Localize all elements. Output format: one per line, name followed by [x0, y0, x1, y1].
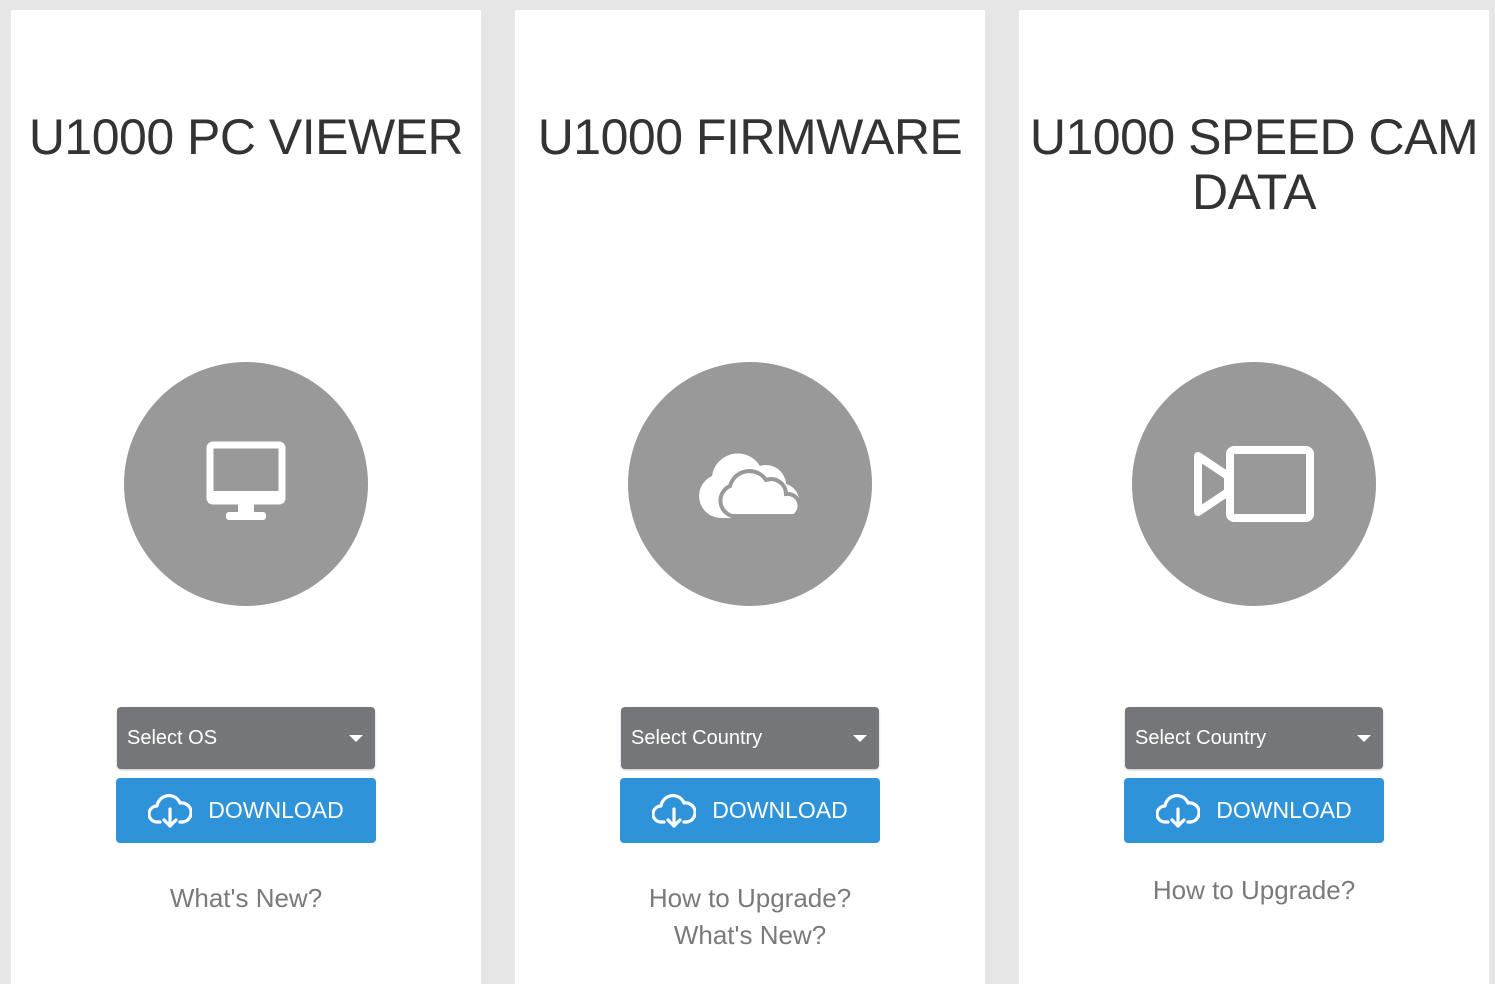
download-label: DOWNLOAD: [1216, 797, 1352, 823]
card-speed-cam-data: U1000 SPEED CAM DATA Select Country DOWN…: [1019, 10, 1489, 984]
card-pc-viewer: U1000 PC VIEWER Select OS DOWNLOAD What'…: [11, 10, 481, 984]
chevron-down-icon: [1357, 735, 1371, 742]
download-label: DOWNLOAD: [712, 797, 848, 823]
download-button[interactable]: DOWNLOAD: [620, 778, 880, 843]
cloud-download-icon: [1156, 793, 1201, 828]
select-country-dropdown[interactable]: Select Country: [621, 707, 879, 769]
select-country-dropdown[interactable]: Select Country: [1125, 707, 1383, 769]
cloud-download-icon: [148, 793, 193, 828]
card-firmware: U1000 FIRMWARE Select Country DOWNLOAD H…: [515, 10, 985, 984]
whats-new-link[interactable]: What's New?: [11, 880, 481, 917]
select-label: Select Country: [1135, 726, 1267, 749]
card-links: How to Upgrade?: [1019, 872, 1489, 909]
icon-circle: [628, 362, 872, 606]
card-links: How to Upgrade? What's New?: [515, 880, 985, 954]
download-label: DOWNLOAD: [208, 797, 344, 823]
chevron-down-icon: [853, 735, 867, 742]
chevron-down-icon: [349, 735, 363, 742]
cloud-icon: [699, 453, 802, 518]
icon-circle: [124, 362, 368, 606]
select-label: Select Country: [631, 726, 763, 749]
monitor-icon: [206, 441, 286, 520]
card-title: U1000 PC VIEWER: [28, 109, 464, 165]
card-title: U1000 SPEED CAM DATA: [1029, 109, 1479, 220]
video-camera-icon: [1194, 446, 1314, 522]
how-to-upgrade-link[interactable]: How to Upgrade?: [1019, 872, 1489, 909]
cloud-download-icon: [652, 793, 697, 828]
card-title: U1000 FIRMWARE: [537, 109, 963, 165]
card-links: What's New?: [11, 880, 481, 917]
download-cards: U1000 PC VIEWER Select OS DOWNLOAD What'…: [0, 0, 1495, 984]
download-button[interactable]: DOWNLOAD: [116, 778, 376, 843]
how-to-upgrade-link[interactable]: How to Upgrade?: [515, 880, 985, 917]
select-os-dropdown[interactable]: Select OS: [117, 707, 375, 769]
whats-new-link[interactable]: What's New?: [515, 917, 985, 954]
icon-circle: [1132, 362, 1376, 606]
select-label: Select OS: [127, 726, 218, 749]
download-button[interactable]: DOWNLOAD: [1124, 778, 1384, 843]
